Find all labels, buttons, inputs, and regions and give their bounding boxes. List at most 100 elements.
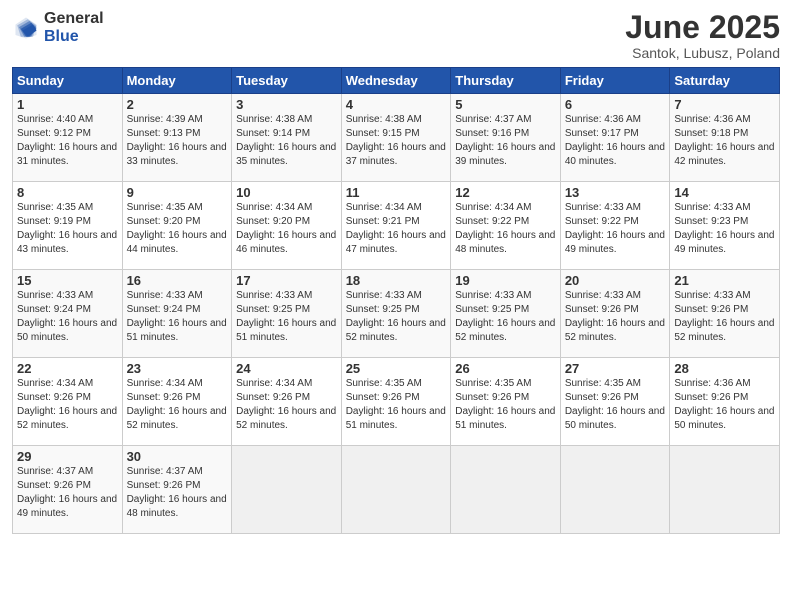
calendar-cell: 27 Sunrise: 4:35 AM Sunset: 9:26 PM Dayl… — [560, 358, 670, 446]
day-info: Sunrise: 4:33 AM Sunset: 9:24 PM Dayligh… — [17, 289, 118, 345]
day-info: Sunrise: 4:36 AM Sunset: 9:26 PM Dayligh… — [674, 377, 775, 433]
calendar-cell: 1 Sunrise: 4:40 AM Sunset: 9:12 PM Dayli… — [13, 94, 123, 182]
day-info: Sunrise: 4:37 AM Sunset: 9:26 PM Dayligh… — [17, 465, 118, 521]
sunrise-label: Sunrise: 4:34 AM — [127, 378, 203, 389]
daylight-label: Daylight: 16 hours and 37 minutes. — [346, 142, 446, 167]
calendar-cell: 7 Sunrise: 4:36 AM Sunset: 9:18 PM Dayli… — [670, 94, 780, 182]
sunrise-label: Sunrise: 4:35 AM — [17, 202, 93, 213]
daylight-label: Daylight: 16 hours and 44 minutes. — [127, 230, 227, 255]
sunrise-label: Sunrise: 4:35 AM — [565, 378, 641, 389]
sunrise-label: Sunrise: 4:33 AM — [674, 290, 750, 301]
sunrise-label: Sunrise: 4:39 AM — [127, 114, 203, 125]
calendar-cell: 17 Sunrise: 4:33 AM Sunset: 9:25 PM Dayl… — [232, 270, 342, 358]
sunrise-label: Sunrise: 4:33 AM — [565, 290, 641, 301]
day-number: 3 — [236, 97, 337, 112]
calendar-cell: 25 Sunrise: 4:35 AM Sunset: 9:26 PM Dayl… — [341, 358, 451, 446]
sunrise-label: Sunrise: 4:35 AM — [127, 202, 203, 213]
sunset-label: Sunset: 9:26 PM — [127, 480, 201, 491]
sunset-label: Sunset: 9:25 PM — [346, 304, 420, 315]
sunrise-label: Sunrise: 4:38 AM — [236, 114, 312, 125]
day-info: Sunrise: 4:33 AM Sunset: 9:25 PM Dayligh… — [236, 289, 337, 345]
calendar-cell: 11 Sunrise: 4:34 AM Sunset: 9:21 PM Dayl… — [341, 182, 451, 270]
day-info: Sunrise: 4:34 AM Sunset: 9:20 PM Dayligh… — [236, 201, 337, 257]
day-number: 20 — [565, 273, 666, 288]
calendar-cell — [560, 446, 670, 534]
day-number: 17 — [236, 273, 337, 288]
sunset-label: Sunset: 9:26 PM — [17, 480, 91, 491]
calendar-cell: 19 Sunrise: 4:33 AM Sunset: 9:25 PM Dayl… — [451, 270, 561, 358]
daylight-label: Daylight: 16 hours and 52 minutes. — [17, 406, 117, 431]
sunset-label: Sunset: 9:13 PM — [127, 128, 201, 139]
day-info: Sunrise: 4:35 AM Sunset: 9:26 PM Dayligh… — [565, 377, 666, 433]
day-number: 28 — [674, 361, 775, 376]
sunset-label: Sunset: 9:14 PM — [236, 128, 310, 139]
calendar-cell: 29 Sunrise: 4:37 AM Sunset: 9:26 PM Dayl… — [13, 446, 123, 534]
daylight-label: Daylight: 16 hours and 50 minutes. — [565, 406, 665, 431]
daylight-label: Daylight: 16 hours and 52 minutes. — [455, 318, 555, 343]
daylight-label: Daylight: 16 hours and 52 minutes. — [236, 406, 336, 431]
daylight-label: Daylight: 16 hours and 50 minutes. — [674, 406, 774, 431]
day-info: Sunrise: 4:36 AM Sunset: 9:17 PM Dayligh… — [565, 113, 666, 169]
day-info: Sunrise: 4:35 AM Sunset: 9:20 PM Dayligh… — [127, 201, 228, 257]
sunset-label: Sunset: 9:22 PM — [565, 216, 639, 227]
day-info: Sunrise: 4:35 AM Sunset: 9:26 PM Dayligh… — [346, 377, 447, 433]
day-info: Sunrise: 4:37 AM Sunset: 9:16 PM Dayligh… — [455, 113, 556, 169]
daylight-label: Daylight: 16 hours and 52 minutes. — [565, 318, 665, 343]
day-number: 5 — [455, 97, 556, 112]
sunrise-label: Sunrise: 4:35 AM — [346, 378, 422, 389]
calendar-cell: 10 Sunrise: 4:34 AM Sunset: 9:20 PM Dayl… — [232, 182, 342, 270]
day-number: 30 — [127, 449, 228, 464]
daylight-label: Daylight: 16 hours and 40 minutes. — [565, 142, 665, 167]
sunrise-label: Sunrise: 4:33 AM — [455, 290, 531, 301]
col-monday: Monday — [122, 68, 232, 94]
sunrise-label: Sunrise: 4:36 AM — [565, 114, 641, 125]
calendar-cell — [670, 446, 780, 534]
sunset-label: Sunset: 9:26 PM — [346, 392, 420, 403]
col-friday: Friday — [560, 68, 670, 94]
calendar-cell: 28 Sunrise: 4:36 AM Sunset: 9:26 PM Dayl… — [670, 358, 780, 446]
day-info: Sunrise: 4:36 AM Sunset: 9:18 PM Dayligh… — [674, 113, 775, 169]
calendar-cell: 18 Sunrise: 4:33 AM Sunset: 9:25 PM Dayl… — [341, 270, 451, 358]
calendar-cell: 30 Sunrise: 4:37 AM Sunset: 9:26 PM Dayl… — [122, 446, 232, 534]
day-info: Sunrise: 4:38 AM Sunset: 9:14 PM Dayligh… — [236, 113, 337, 169]
day-number: 25 — [346, 361, 447, 376]
col-saturday: Saturday — [670, 68, 780, 94]
sunset-label: Sunset: 9:25 PM — [455, 304, 529, 315]
sunrise-label: Sunrise: 4:36 AM — [674, 114, 750, 125]
calendar: Sunday Monday Tuesday Wednesday Thursday… — [12, 67, 780, 534]
sunrise-label: Sunrise: 4:34 AM — [455, 202, 531, 213]
calendar-cell: 4 Sunrise: 4:38 AM Sunset: 9:15 PM Dayli… — [341, 94, 451, 182]
sunrise-label: Sunrise: 4:38 AM — [346, 114, 422, 125]
day-info: Sunrise: 4:38 AM Sunset: 9:15 PM Dayligh… — [346, 113, 447, 169]
sunrise-label: Sunrise: 4:36 AM — [674, 378, 750, 389]
calendar-cell: 26 Sunrise: 4:35 AM Sunset: 9:26 PM Dayl… — [451, 358, 561, 446]
daylight-label: Daylight: 16 hours and 47 minutes. — [346, 230, 446, 255]
sunset-label: Sunset: 9:17 PM — [565, 128, 639, 139]
day-number: 27 — [565, 361, 666, 376]
calendar-cell: 2 Sunrise: 4:39 AM Sunset: 9:13 PM Dayli… — [122, 94, 232, 182]
day-number: 18 — [346, 273, 447, 288]
day-info: Sunrise: 4:33 AM Sunset: 9:25 PM Dayligh… — [455, 289, 556, 345]
sunrise-label: Sunrise: 4:34 AM — [346, 202, 422, 213]
sunset-label: Sunset: 9:23 PM — [674, 216, 748, 227]
calendar-cell: 8 Sunrise: 4:35 AM Sunset: 9:19 PM Dayli… — [13, 182, 123, 270]
day-number: 7 — [674, 97, 775, 112]
sunrise-label: Sunrise: 4:35 AM — [455, 378, 531, 389]
col-sunday: Sunday — [13, 68, 123, 94]
day-number: 19 — [455, 273, 556, 288]
sunrise-label: Sunrise: 4:33 AM — [236, 290, 312, 301]
day-number: 12 — [455, 185, 556, 200]
sunrise-label: Sunrise: 4:34 AM — [17, 378, 93, 389]
calendar-cell — [451, 446, 561, 534]
daylight-label: Daylight: 16 hours and 48 minutes. — [127, 494, 227, 519]
day-number: 9 — [127, 185, 228, 200]
calendar-cell: 20 Sunrise: 4:33 AM Sunset: 9:26 PM Dayl… — [560, 270, 670, 358]
calendar-week-row: 29 Sunrise: 4:37 AM Sunset: 9:26 PM Dayl… — [13, 446, 780, 534]
daylight-label: Daylight: 16 hours and 49 minutes. — [565, 230, 665, 255]
day-number: 16 — [127, 273, 228, 288]
day-number: 1 — [17, 97, 118, 112]
day-info: Sunrise: 4:34 AM Sunset: 9:26 PM Dayligh… — [127, 377, 228, 433]
daylight-label: Daylight: 16 hours and 49 minutes. — [17, 494, 117, 519]
day-info: Sunrise: 4:33 AM Sunset: 9:23 PM Dayligh… — [674, 201, 775, 257]
sunset-label: Sunset: 9:18 PM — [674, 128, 748, 139]
